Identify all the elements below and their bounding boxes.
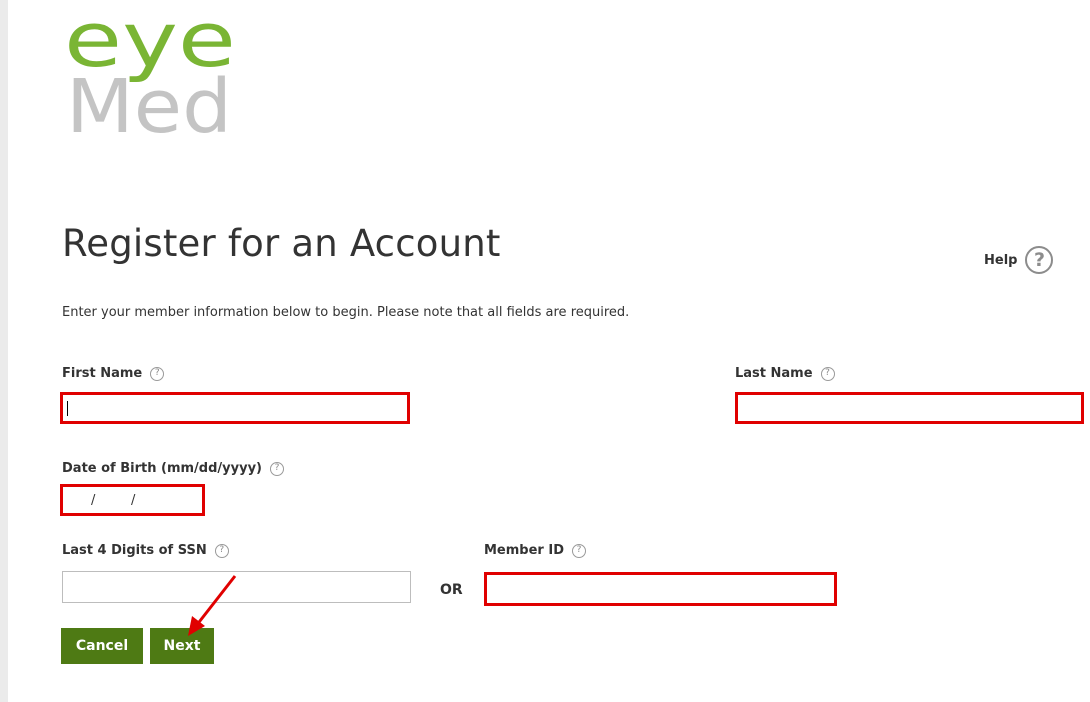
ssn-label: Last 4 Digits of SSN ?: [62, 543, 229, 558]
help-link[interactable]: Help ?: [984, 246, 1054, 274]
dob-label: Date of Birth (mm/dd/yyyy) ?: [62, 461, 284, 476]
dob-info-icon[interactable]: ?: [269, 461, 284, 476]
ssn-input[interactable]: [62, 571, 411, 603]
dob-input[interactable]: / /: [60, 484, 205, 516]
member-id-info-icon[interactable]: ?: [572, 543, 586, 558]
last-name-label-text: Last Name: [735, 366, 813, 381]
first-name-label: First Name ?: [62, 366, 165, 381]
first-name-info-icon[interactable]: ?: [150, 366, 165, 381]
question-circle-icon[interactable]: ?: [1025, 246, 1054, 274]
last-name-input[interactable]: [735, 392, 1084, 424]
last-name-info-icon[interactable]: ?: [820, 366, 835, 381]
cancel-button[interactable]: Cancel: [61, 628, 143, 664]
or-label: OR: [440, 582, 463, 598]
ssn-info-icon[interactable]: ?: [214, 543, 229, 558]
member-id-label: Member ID ?: [484, 543, 586, 558]
dob-separator: /: [91, 493, 96, 508]
intro-text: Enter your member information below to b…: [62, 305, 630, 320]
left-border: [0, 0, 8, 702]
ssn-label-text: Last 4 Digits of SSN: [62, 543, 207, 558]
dob-label-text: Date of Birth (mm/dd/yyyy): [62, 461, 262, 476]
first-name-label-text: First Name: [62, 366, 143, 381]
eyemed-logo: eye Med: [64, 14, 236, 136]
dob-separator: /: [131, 493, 136, 508]
logo-text-med: Med: [66, 64, 232, 136]
member-id-input[interactable]: [484, 572, 837, 606]
text-caret: [67, 401, 68, 416]
next-button[interactable]: Next: [150, 628, 214, 664]
last-name-label: Last Name ?: [735, 366, 835, 381]
help-label: Help: [984, 252, 1018, 268]
member-id-label-text: Member ID: [484, 543, 564, 558]
page-title: Register for an Account: [62, 222, 501, 265]
first-name-input[interactable]: [60, 392, 410, 424]
